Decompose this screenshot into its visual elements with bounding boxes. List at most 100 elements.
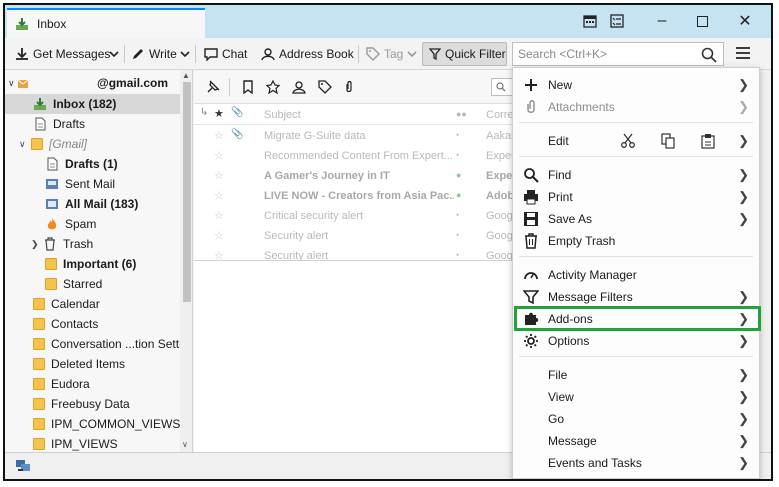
folder-freebusy-data[interactable]: Freebusy Data (5, 394, 180, 414)
paste-icon[interactable] (701, 133, 715, 149)
menu-item-new[interactable]: New ❯ (513, 74, 759, 96)
folder-contacts[interactable]: Contacts (5, 314, 180, 334)
star-icon[interactable]: ☆ (214, 149, 224, 162)
folder-label: Inbox (182) (53, 97, 117, 111)
message-row[interactable]: ☆ Security alert • Goog (194, 246, 514, 260)
message-row[interactable]: ☆ 📎 Migrate G-Suite data • Aakas (194, 126, 514, 146)
menu-item-options[interactable]: Options ❯ (513, 330, 759, 352)
chat-button[interactable]: Chat (204, 43, 247, 65)
subject-column-header[interactable]: Subject (264, 109, 301, 121)
folder-inbox[interactable]: Inbox (182) (5, 94, 180, 114)
folder-gmail[interactable]: ∨ [Gmail] (5, 134, 180, 154)
star-icon[interactable]: ☆ (214, 249, 224, 260)
thread-column-icon[interactable]: ↳ (200, 107, 208, 118)
read-status-icon[interactable]: • (456, 250, 459, 260)
menu-item-activity-manager[interactable]: Activity Manager (513, 264, 759, 286)
contact-icon[interactable] (292, 80, 306, 94)
account-row[interactable]: ∨ @gmail.com (5, 73, 180, 93)
read-status-icon[interactable]: • (456, 130, 459, 140)
folder-trash[interactable]: ❯ Trash (5, 234, 180, 254)
menu-item-save-as[interactable]: Save As ❯ (513, 208, 759, 230)
folder-important[interactable]: Important (6) (5, 254, 180, 274)
star-column-icon[interactable]: ★ (214, 107, 224, 120)
menu-item-attachments[interactable]: Attachments ❯ (513, 96, 759, 118)
folder-ipm-views[interactable]: IPM_VIEWS (5, 434, 180, 452)
menu-item-events-and-tasks[interactable]: Events and Tasks ❯ (513, 452, 759, 474)
menu-item-message-filters[interactable]: Message Filters ❯ (513, 286, 759, 308)
message-preview-divider[interactable] (194, 260, 514, 261)
tab-inbox[interactable]: Inbox (7, 8, 205, 38)
star-icon[interactable]: ☆ (214, 169, 224, 182)
scroll-up-icon[interactable]: ▲ (182, 71, 190, 80)
folder-sent-mail[interactable]: Sent Mail (5, 174, 180, 194)
tasks-icon[interactable] (610, 14, 624, 28)
menu-item-empty-trash[interactable]: Empty Trash (513, 230, 759, 252)
message-row[interactable]: ☆ LIVE NOW - Creators from Asia Pac... ●… (194, 186, 514, 206)
chevron-down-icon[interactable]: ∨ (19, 139, 31, 150)
chevron-right-icon: ❯ (738, 99, 749, 114)
chevron-right-icon[interactable]: ❯ (31, 239, 43, 250)
folder-eudora[interactable]: Eudora (5, 374, 180, 394)
app-menu-button[interactable] (736, 47, 750, 59)
message-row[interactable]: ☆ Security alert • Goog (194, 226, 514, 246)
scrollbar-thumb[interactable] (183, 82, 191, 302)
read-status-icon[interactable]: • (456, 230, 459, 240)
star-icon[interactable]: ☆ (214, 189, 224, 202)
menu-item-print[interactable]: Print ❯ (513, 186, 759, 208)
filter-search-field[interactable] (491, 78, 514, 96)
get-messages-dropdown[interactable] (109, 43, 119, 65)
search-icon[interactable] (701, 47, 717, 63)
attachment-column-icon[interactable]: 📎 (231, 107, 243, 118)
star-icon[interactable]: ☆ (214, 229, 224, 242)
unread-status-icon[interactable]: ● (456, 190, 461, 200)
menu-item-find[interactable]: Find ❯ (513, 164, 759, 186)
folder-calendar[interactable]: Calendar (5, 294, 180, 314)
read-column-icon[interactable]: ●● (456, 109, 467, 119)
cut-icon[interactable] (621, 133, 635, 149)
pin-icon[interactable] (206, 80, 220, 94)
unread-icon[interactable] (242, 80, 254, 94)
star-icon[interactable]: ☆ (214, 209, 224, 222)
folder-starred[interactable]: Starred (5, 274, 180, 294)
quick-filter-button[interactable]: Quick Filter (422, 42, 507, 66)
online-status-icon[interactable] (15, 459, 31, 473)
calendar-icon[interactable] (583, 14, 597, 28)
folder-deleted-items[interactable]: Deleted Items (5, 354, 180, 374)
unread-status-icon[interactable]: ● (456, 170, 461, 180)
folder-conversation-settings[interactable]: Conversation ...tion Settin (5, 334, 188, 354)
chevron-down-icon[interactable]: ∨ (5, 78, 17, 89)
folder-spam[interactable]: Spam (5, 214, 180, 234)
trash-icon (525, 233, 537, 249)
menu-item-view[interactable]: View ❯ (513, 386, 759, 408)
folder-ipm-common-views[interactable]: IPM_COMMON_VIEWS (5, 414, 180, 434)
chevron-right-icon[interactable]: ❯ (738, 133, 749, 149)
folder-gmail-drafts[interactable]: Drafts (1) (5, 154, 180, 174)
attachment-icon[interactable] (344, 80, 354, 94)
menu-item-go[interactable]: Go ❯ (513, 408, 759, 430)
folder-scrollbar[interactable]: ▲ ∨ (180, 70, 192, 452)
message-row[interactable]: ☆ A Gamer's Journey in IT ● Exper (194, 166, 514, 186)
copy-icon[interactable] (661, 133, 675, 149)
star-icon[interactable]: ☆ (214, 129, 224, 142)
correspondents-column-header[interactable]: Corre (486, 109, 514, 121)
tag-icon[interactable] (318, 80, 332, 94)
minimize-button[interactable]: – (650, 11, 674, 31)
write-button[interactable]: Write (131, 43, 177, 65)
folder-drafts[interactable]: Drafts (5, 114, 180, 134)
tag-button[interactable]: Tag (366, 43, 417, 65)
close-button[interactable]: ✕ (733, 11, 757, 31)
scroll-down-icon[interactable]: ∨ (182, 440, 188, 449)
menu-item-message[interactable]: Message ❯ (513, 430, 759, 452)
message-row[interactable]: ☆ Critical security alert • Goog (194, 206, 514, 226)
menu-item-file[interactable]: File ❯ (513, 364, 759, 386)
read-status-icon[interactable]: • (456, 210, 459, 220)
write-dropdown[interactable] (180, 43, 190, 65)
search-input[interactable]: Search <Ctrl+K> (512, 42, 724, 66)
maximize-button[interactable] (690, 11, 714, 31)
star-icon[interactable] (266, 80, 280, 94)
address-book-button[interactable]: Address Book (261, 43, 354, 65)
folder-all-mail[interactable]: All Mail (183) (5, 194, 180, 214)
message-row[interactable]: ☆ Recommended Content From Expert... • E… (194, 146, 514, 166)
get-messages-button[interactable]: Get Messages (15, 43, 110, 65)
read-status-icon[interactable]: • (456, 150, 459, 160)
